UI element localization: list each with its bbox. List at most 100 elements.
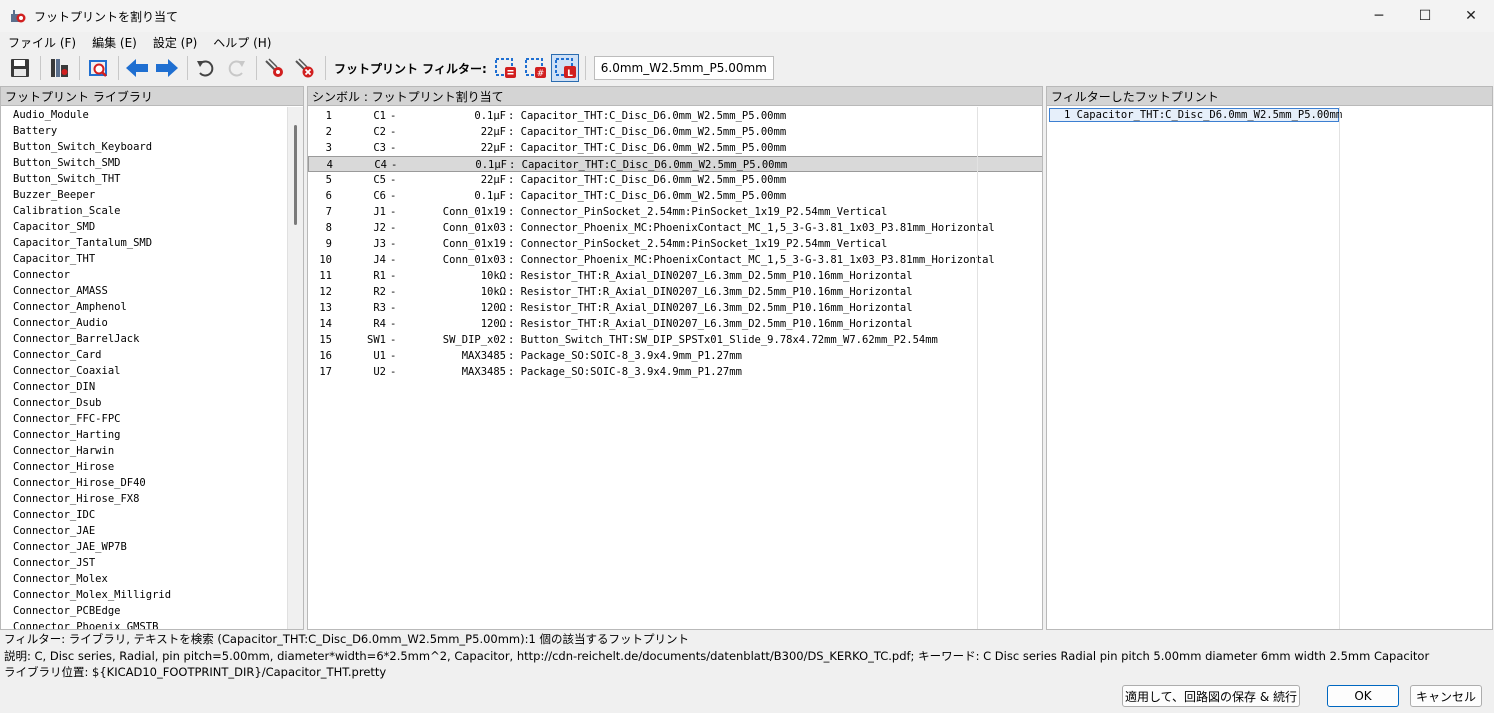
- library-list-item[interactable]: Calibration_Scale: [1, 203, 287, 219]
- symbol-row-separator: -: [390, 190, 397, 202]
- apply-save-continue-button[interactable]: 適用して、回路図の保存 & 続行: [1122, 685, 1300, 707]
- library-list-item[interactable]: Connector_DIN: [1, 379, 287, 395]
- symbol-row[interactable]: 7 J1 Conn_01x19: Connector_PinSocket_2.54m…: [308, 204, 1042, 220]
- symbol-row-separator: -: [390, 318, 397, 330]
- symbol-row-number: 8: [325, 222, 332, 234]
- library-scrollbar[interactable]: [287, 107, 303, 629]
- toolbar-separator: [256, 56, 257, 80]
- menu-edit[interactable]: 編集 (E): [84, 34, 145, 51]
- library-list-item[interactable]: Connector_Audio: [1, 315, 287, 331]
- symbol-row-separator: -: [390, 126, 397, 138]
- symbol-row[interactable]: 11 R1 10kΩ: Resistor_THT:R_Axial_DIN0207_L…: [308, 268, 1042, 284]
- symbol-row-value: 0.1μF: [474, 110, 506, 122]
- redo-button[interactable]: [222, 54, 250, 82]
- previous-symbol-button[interactable]: [123, 54, 151, 82]
- library-list-item[interactable]: Connector_Molex: [1, 571, 287, 587]
- library-list-item[interactable]: Connector_Hirose_FX8: [1, 491, 287, 507]
- library-list-item[interactable]: Connector_Harting: [1, 427, 287, 443]
- filtered-footprint-item[interactable]: 1 Capacitor_THT:C_Disc_D6.0mm_W2.5mm_P5.…: [1049, 108, 1342, 122]
- library-list-item[interactable]: Capacitor_SMD: [1, 219, 287, 235]
- library-list-item[interactable]: Connector_Phoenix_GMSTB: [1, 619, 287, 629]
- maximize-button[interactable]: ☐: [1402, 0, 1448, 32]
- library-list-item[interactable]: Connector_Molex_Milligrid: [1, 587, 287, 603]
- symbol-row[interactable]: 5 C5 22μF: Capacitor_THT:C_Disc_D6.0mm_W2.…: [308, 172, 1042, 188]
- library-list-item[interactable]: Button_Switch_SMD: [1, 155, 287, 171]
- next-symbol-button[interactable]: [153, 54, 181, 82]
- close-button[interactable]: ✕: [1448, 0, 1494, 32]
- library-manager-button[interactable]: [45, 54, 73, 82]
- symbol-row-number: 7: [325, 206, 332, 218]
- library-list-item[interactable]: Connector: [1, 267, 287, 283]
- symbol-row-number: 3: [325, 142, 332, 154]
- delete-associations-button[interactable]: [291, 54, 319, 82]
- symbol-row[interactable]: 9 J3 Conn_01x19: Connector_PinSocket_2.54m…: [308, 236, 1042, 252]
- library-list-item[interactable]: Connector_JAE: [1, 523, 287, 539]
- library-list: Audio_Module Battery Button_Switch_Keyboar…: [1, 107, 287, 629]
- library-list-item[interactable]: Connector_Hirose: [1, 459, 287, 475]
- library-list-item[interactable]: Audio_Module: [1, 107, 287, 123]
- symbol-row-footprint: : Capacitor_THT:C_Disc_D6.0mm_W2.5mm_P5.…: [508, 110, 787, 122]
- symbol-row-value: 120Ω: [480, 318, 506, 330]
- menu-file[interactable]: ファイル (F): [0, 34, 84, 51]
- library-scrollbar-thumb[interactable]: [294, 125, 297, 225]
- symbol-row-number: 10: [319, 254, 332, 266]
- library-list-item[interactable]: Connector_BarrelJack: [1, 331, 287, 347]
- view-footprint-button[interactable]: [84, 54, 112, 82]
- svg-text:L: L: [567, 69, 573, 79]
- kicad-app-icon: [11, 10, 26, 23]
- library-list-item[interactable]: Button_Switch_THT: [1, 171, 287, 187]
- library-list-item[interactable]: Connector_IDC: [1, 507, 287, 523]
- symbol-row-separator: -: [390, 334, 397, 346]
- symbol-row-footprint: : Connector_PinSocket_2.54mm:PinSocket_1…: [508, 238, 888, 250]
- library-list-item[interactable]: Button_Switch_Keyboard: [1, 139, 287, 155]
- symbol-row[interactable]: 6 C6 0.1μF: Capacitor_THT:C_Disc_D6.0mm_W2…: [308, 188, 1042, 204]
- menu-help[interactable]: ヘルプ (H): [205, 34, 279, 51]
- save-button[interactable]: [6, 54, 34, 82]
- symbol-row-number: 6: [325, 190, 332, 202]
- footprint-filter-input[interactable]: 6.0mm_W2.5mm_P5.00mm: [593, 56, 774, 80]
- symbol-row[interactable]: 4 C4 0.1μF: Capacitor_THT:C_Disc_D6.0mm_W2…: [308, 156, 1042, 172]
- symbol-row[interactable]: 10 J4 Conn_01x03: Connector_Phoenix_MC:Pho…: [308, 252, 1042, 268]
- library-list-item[interactable]: Connector_Dsub: [1, 395, 287, 411]
- symbol-row-reference: U2: [373, 366, 386, 378]
- filter-by-pin-count-button[interactable]: #: [521, 54, 549, 82]
- library-list-item[interactable]: Connector_Card: [1, 347, 287, 363]
- symbol-row[interactable]: 12 R2 10kΩ: Resistor_THT:R_Axial_DIN0207_L…: [308, 284, 1042, 300]
- undo-button[interactable]: [192, 54, 220, 82]
- symbol-row-number: 1: [325, 110, 332, 122]
- symbol-row[interactable]: 2 C2 22μF: Capacitor_THT:C_Disc_D6.0mm_W2.…: [308, 124, 1042, 140]
- auto-associate-button[interactable]: [261, 54, 289, 82]
- filter-by-library-button[interactable]: L: [550, 54, 579, 82]
- minimize-button[interactable]: ─: [1356, 0, 1402, 32]
- library-list-item[interactable]: Connector_Coaxial: [1, 363, 287, 379]
- library-list-item[interactable]: Capacitor_Tantalum_SMD: [1, 235, 287, 251]
- library-list-item[interactable]: Connector_Amphenol: [1, 299, 287, 315]
- library-list-item[interactable]: Buzzer_Beeper: [1, 187, 287, 203]
- library-list-item[interactable]: Connector_PCBEdge: [1, 603, 287, 619]
- symbol-row-value: 0.1μF: [474, 190, 506, 202]
- symbol-row-value: 10kΩ: [480, 270, 506, 282]
- library-list-item[interactable]: Connector_Hirose_DF40: [1, 475, 287, 491]
- menu-preferences[interactable]: 設定 (P): [145, 34, 205, 51]
- svg-text:#: #: [536, 69, 544, 79]
- symbol-row[interactable]: 15 SW1 SW_DIP_x02: Button_Switch_THT:SW_DI…: [308, 332, 1042, 348]
- library-list-item[interactable]: Capacitor_THT: [1, 251, 287, 267]
- symbol-row[interactable]: 1 C1 0.1μF: Capacitor_THT:C_Disc_D6.0mm_W2…: [308, 108, 1042, 124]
- library-list-item[interactable]: Battery: [1, 123, 287, 139]
- ok-button[interactable]: OK: [1327, 685, 1399, 707]
- symbol-row[interactable]: 16 U1 MAX3485: Package_SO:SOIC-8_3.9x4.9mm…: [308, 348, 1042, 364]
- cancel-button[interactable]: キャンセル: [1410, 685, 1482, 707]
- symbol-row[interactable]: 13 R3 120Ω: Resistor_THT:R_Axial_DIN0207_L…: [308, 300, 1042, 316]
- library-list-item[interactable]: Connector_JAE_WP7B: [1, 539, 287, 555]
- symbol-row[interactable]: 8 J2 Conn_01x03: Connector_Phoenix_MC:Phoe…: [308, 220, 1042, 236]
- symbol-row[interactable]: 17 U2 MAX3485: Package_SO:SOIC-8_3.9x4.9mm…: [308, 364, 1042, 380]
- symbol-row[interactable]: 3 C3 22μF: Capacitor_THT:C_Disc_D6.0mm_W2.…: [308, 140, 1042, 156]
- library-list-item[interactable]: Connector_AMASS: [1, 283, 287, 299]
- toolbar-separator: [325, 56, 326, 80]
- library-list-item[interactable]: Connector_JST: [1, 555, 287, 571]
- symbol-row[interactable]: 14 R4 120Ω: Resistor_THT:R_Axial_DIN0207_L…: [308, 316, 1042, 332]
- filter-by-keywords-button[interactable]: [491, 54, 519, 82]
- library-list-item[interactable]: Connector_FFC-FPC: [1, 411, 287, 427]
- library-list-item[interactable]: Connector_Harwin: [1, 443, 287, 459]
- status-filter-line: フィルター: ライブラリ, テキストを検索 (Capacitor_THT:C_D…: [4, 632, 689, 646]
